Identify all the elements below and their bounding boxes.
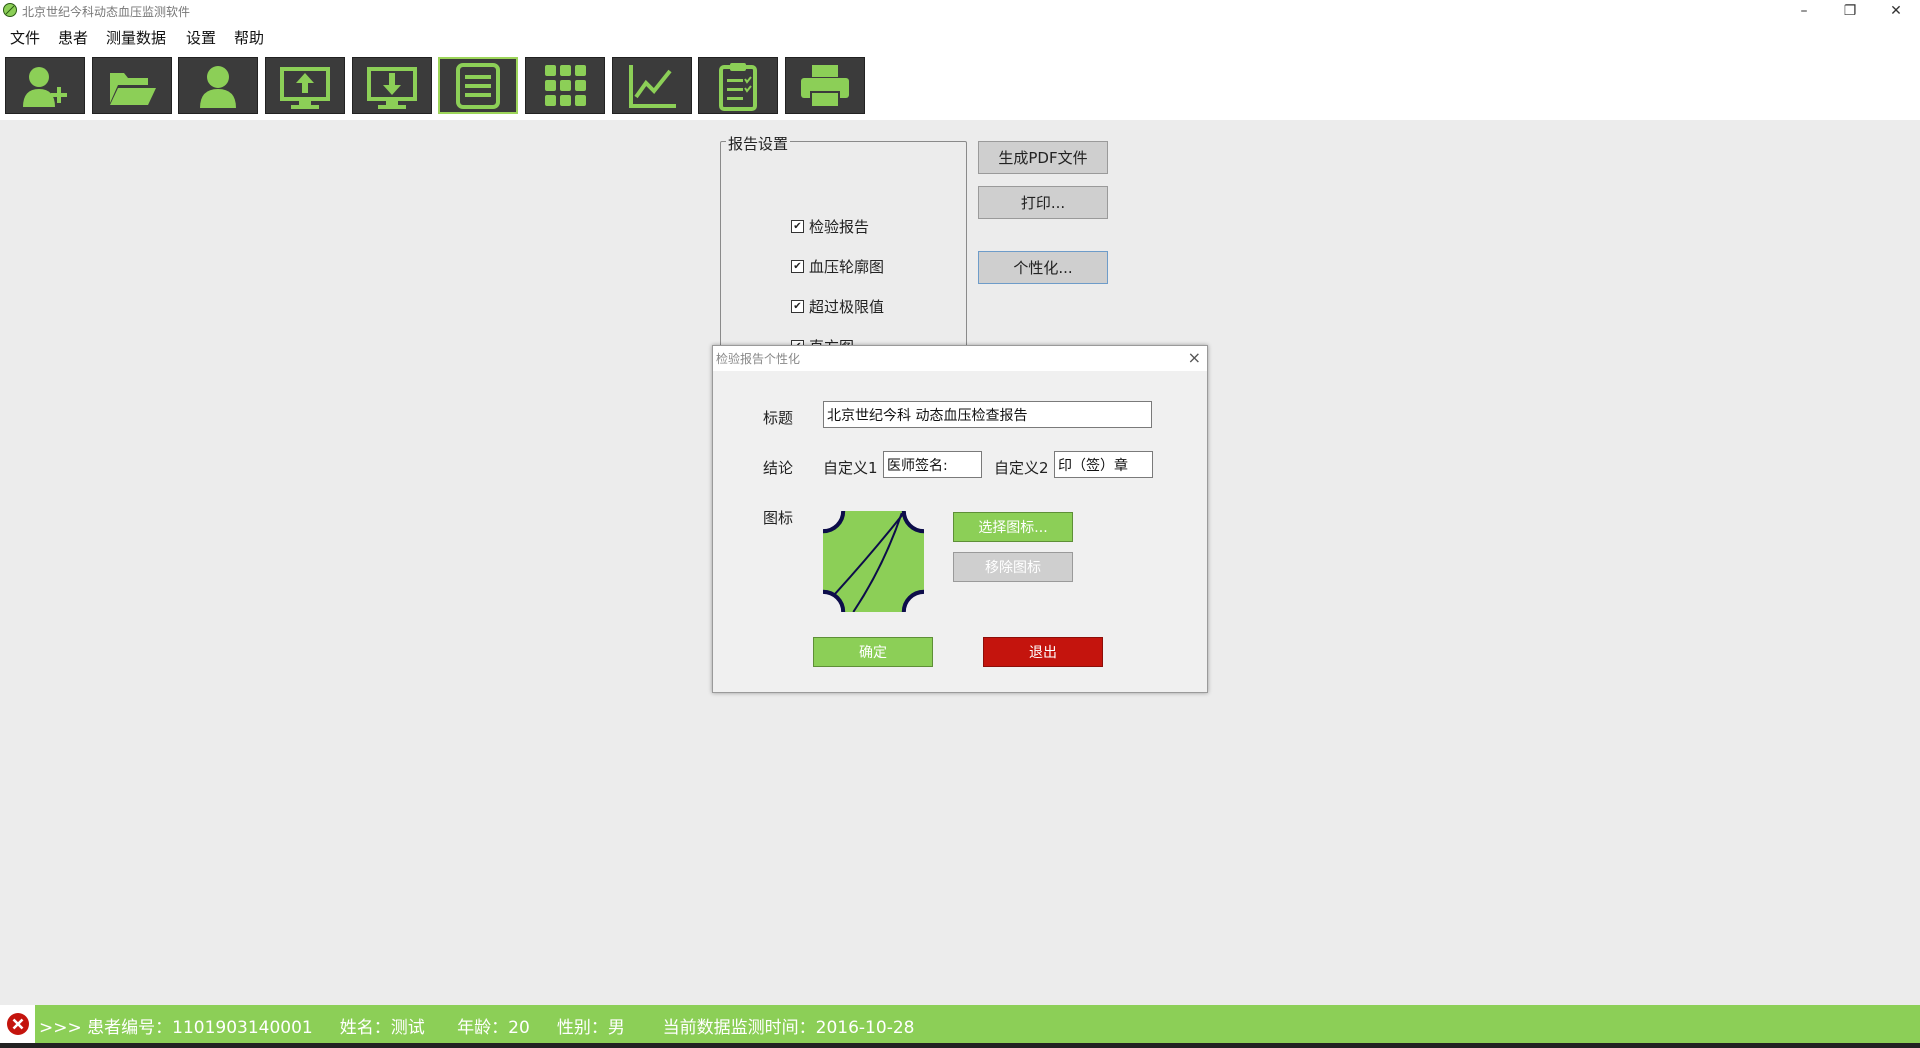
option-test-report[interactable]: ✔ 检验报告 [791, 216, 869, 237]
report-title-input[interactable] [823, 401, 1152, 428]
choose-logo-button[interactable]: 选择图标... [953, 512, 1073, 542]
status-icon-container [0, 1005, 35, 1043]
toolbar-patient-button[interactable] [178, 57, 258, 114]
printer-icon [801, 64, 849, 108]
ok-button[interactable]: 确定 [813, 637, 933, 667]
option-label: 血压轮廓图 [809, 258, 885, 276]
title-bar: 北京世纪今科动态血压监测软件 – ❐ ✕ [0, 0, 1920, 22]
generate-pdf-button[interactable]: 生成PDF文件 [978, 141, 1108, 174]
minimize-button[interactable]: – [1781, 0, 1827, 22]
menu-patient[interactable]: 患者 [58, 27, 88, 48]
upload-icon [280, 66, 330, 109]
logo-preview-icon [823, 511, 924, 612]
option-label: 检验报告 [809, 218, 870, 236]
add-patient-icon [23, 66, 67, 107]
error-icon[interactable] [6, 1012, 30, 1036]
download-icon [367, 66, 417, 109]
remove-logo-button[interactable]: 移除图标 [953, 552, 1073, 582]
report-personalize-dialog: 检验报告个性化 × 标题 结论 自定义1 自定义2 图标 选择图标... 移除图… [712, 345, 1208, 693]
checkbox-checked-icon[interactable]: ✔ [791, 220, 804, 233]
menu-measurement-data[interactable]: 测量数据 [106, 27, 166, 48]
dialog-close-icon[interactable]: × [1188, 348, 1201, 367]
patient-status-text: >>> 患者编号：1101903140001 姓名：测试 年龄：20 性别：男 … [39, 1018, 915, 1038]
bottom-strip [0, 1043, 1920, 1048]
custom2-label: 自定义2 [994, 459, 1049, 477]
toolbar-chart-button[interactable] [612, 57, 692, 114]
open-folder-icon [110, 72, 156, 105]
menu-bar: 文件 患者 测量数据 设置 帮助 [0, 22, 1920, 52]
window-title: 北京世纪今科动态血压监测软件 [22, 5, 191, 19]
toolbar-print-button[interactable] [785, 57, 865, 114]
menu-file[interactable]: 文件 [10, 27, 40, 48]
checkbox-checked-icon[interactable]: ✔ [791, 260, 804, 273]
custom1-label: 自定义1 [823, 459, 878, 477]
toolbar-list-button[interactable] [438, 57, 518, 114]
personalize-button[interactable]: 个性化... [978, 251, 1108, 284]
option-bp-profile[interactable]: ✔ 血压轮廓图 [791, 256, 884, 277]
exit-button[interactable]: 退出 [983, 637, 1103, 667]
checkbox-checked-icon[interactable]: ✔ [791, 300, 804, 313]
toolbar-upload-button[interactable] [265, 57, 345, 114]
dialog-title: 检验报告个性化 [716, 352, 801, 366]
option-label: 超过极限值 [809, 298, 885, 316]
chart-icon [629, 64, 676, 108]
patient-icon [200, 65, 236, 108]
dialog-title-bar: 检验报告个性化 × [713, 346, 1207, 371]
toolbar-clipboard-button[interactable] [698, 57, 778, 114]
custom2-input[interactable] [1054, 451, 1153, 478]
toolbar [0, 52, 1920, 120]
menu-help[interactable]: 帮助 [234, 27, 264, 48]
report-settings-title: 报告设置 [726, 133, 791, 154]
conclusion-label: 结论 [763, 459, 794, 477]
toolbar-grid-button[interactable] [525, 57, 605, 114]
menu-settings[interactable]: 设置 [186, 27, 216, 48]
toolbar-add-patient-button[interactable] [5, 57, 85, 114]
status-bar: >>> 患者编号：1101903140001 姓名：测试 年龄：20 性别：男 … [0, 1005, 1920, 1043]
list-icon [456, 62, 500, 109]
app-logo-icon [3, 3, 17, 17]
report-settings-group [720, 141, 967, 363]
clipboard-icon [719, 62, 757, 111]
print-button[interactable]: 打印... [978, 186, 1108, 219]
logo-label: 图标 [763, 509, 794, 527]
title-label: 标题 [763, 409, 794, 427]
close-button[interactable]: ✕ [1873, 0, 1919, 22]
toolbar-open-button[interactable] [92, 57, 172, 114]
custom1-input[interactable] [883, 451, 982, 478]
toolbar-download-button[interactable] [352, 57, 432, 114]
grid-icon [545, 64, 586, 106]
option-over-limit[interactable]: ✔ 超过极限值 [791, 296, 884, 317]
restore-button[interactable]: ❐ [1827, 0, 1873, 22]
